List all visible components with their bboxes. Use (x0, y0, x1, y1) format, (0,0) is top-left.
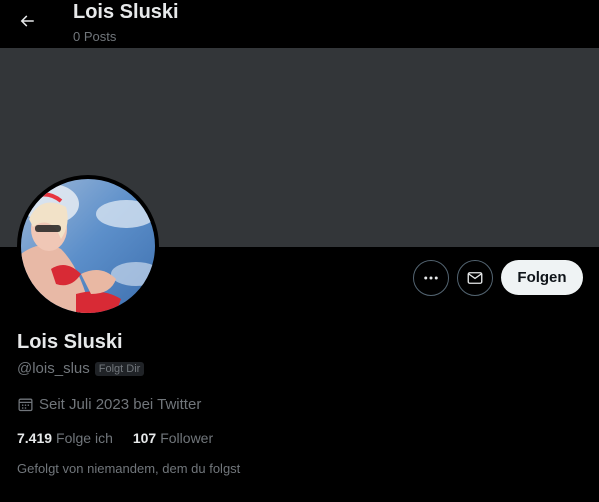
avatar-frame (17, 175, 159, 317)
following-label: Folge ich (56, 430, 113, 446)
follow-button[interactable]: Folgen (501, 260, 583, 295)
follow-stats: 7.419 Folge ich 107 Follower (17, 430, 233, 446)
join-date: Seit Juli 2023 bei Twitter (17, 396, 201, 413)
join-date-text: Seit Juli 2023 bei Twitter (39, 396, 202, 413)
avatar[interactable] (21, 179, 155, 313)
username-handle: @lois_slus (17, 360, 90, 377)
message-button[interactable] (457, 260, 493, 296)
handle-row: @lois_slus Folgt Dir (17, 360, 145, 377)
envelope-icon (467, 272, 483, 284)
followers-link[interactable]: 107 Follower (133, 430, 213, 446)
more-horizontal-icon (424, 276, 438, 280)
more-button[interactable] (413, 260, 449, 296)
avatar-photo (21, 179, 155, 313)
display-name: Lois Sluski (17, 331, 123, 353)
followers-label: Follower (160, 430, 214, 446)
header-post-count: 0 Posts (73, 29, 117, 44)
follows-you-badge: Folgt Dir (94, 361, 145, 376)
following-link[interactable]: 7.419 Folge ich (17, 430, 113, 446)
arrow-left-icon (20, 15, 34, 27)
header-title: Lois Sluski (73, 1, 179, 23)
calendar-icon (18, 398, 33, 412)
followed-by-text: Gefolgt von niemandem, dem du folgst (17, 461, 241, 476)
profile-header: Lois Sluski 0 Posts (0, 0, 599, 48)
followers-count: 107 (132, 430, 157, 446)
following-count: 7.419 (17, 430, 53, 446)
back-button[interactable] (10, 4, 44, 38)
